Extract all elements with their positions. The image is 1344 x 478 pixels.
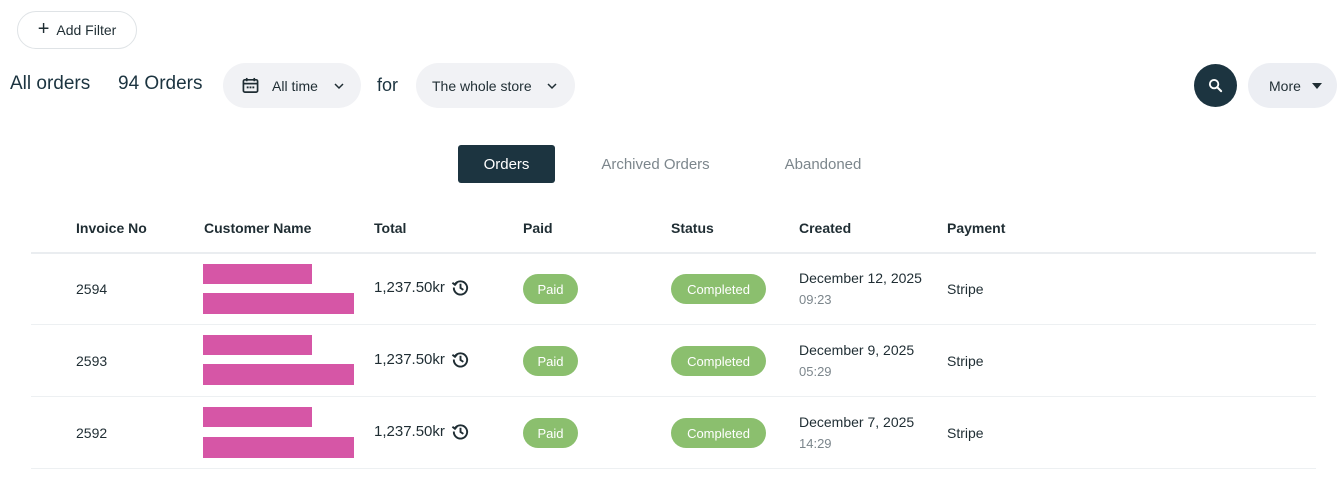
payment-method: Stripe [947,281,984,297]
redacted-customer-name [203,407,312,427]
payment-method: Stripe [947,353,984,369]
for-label: for [377,75,399,95]
paid-badge: Paid [523,346,578,376]
history-icon[interactable] [451,422,470,441]
created-time: 05:29 [799,364,832,379]
column-header-invoice[interactable]: Invoice No [76,220,147,236]
paid-badge: Paid [523,418,578,448]
status-badge: Completed [671,346,766,376]
tab-abandoned[interactable]: Abandoned [768,145,878,183]
page-title: All orders [10,73,91,94]
tab-orders[interactable]: Orders [458,145,555,183]
store-scope-dropdown[interactable]: The whole store [416,63,575,108]
column-header-paid[interactable]: Paid [523,220,553,236]
column-header-created[interactable]: Created [799,220,851,236]
calendar-icon [242,77,259,93]
redacted-customer-name [203,264,312,284]
more-menu-button[interactable]: More [1248,63,1337,108]
payment-method: Stripe [947,425,984,441]
time-range-label: All time [272,77,318,94]
redacted-customer-email [203,293,354,314]
row-divider [31,396,1316,397]
column-header-customer[interactable]: Customer Name [204,220,311,236]
chevron-down-icon [334,82,344,89]
redacted-customer-name [203,335,312,355]
created-time: 09:23 [799,292,832,307]
column-header-payment[interactable]: Payment [947,220,1005,236]
search-button[interactable] [1194,64,1237,107]
invoice-number[interactable]: 2594 [76,281,107,297]
plus-icon: + [37,18,50,40]
column-header-total[interactable]: Total [374,220,406,236]
add-filter-button[interactable]: + Add Filter [17,11,137,49]
paid-badge: Paid [523,274,578,304]
status-badge: Completed [671,418,766,448]
tab-archived-orders[interactable]: Archived Orders [588,145,723,183]
caret-down-icon [1311,82,1322,89]
created-date: December 12, 2025 [799,270,922,286]
order-count: 94 Orders [118,73,203,94]
row-divider [31,324,1316,325]
redacted-customer-email [203,364,354,385]
created-date: December 9, 2025 [799,342,915,358]
chevron-down-icon [547,82,557,89]
add-filter-label: Add Filter [56,22,117,38]
time-range-dropdown[interactable]: All time [223,63,361,108]
redacted-customer-email [203,437,354,458]
more-label: More [1269,77,1301,94]
order-total: 1,237.50kr [374,423,445,440]
status-badge: Completed [671,274,766,304]
row-divider [31,468,1316,469]
created-time: 14:29 [799,436,832,451]
invoice-number[interactable]: 2593 [76,353,107,369]
history-icon[interactable] [451,278,470,297]
search-icon [1208,78,1223,93]
store-scope-label: The whole store [432,77,532,94]
table-header-divider [31,252,1316,254]
column-header-status[interactable]: Status [671,220,714,236]
history-icon[interactable] [451,350,470,369]
order-total: 1,237.50kr [374,279,445,296]
invoice-number[interactable]: 2592 [76,425,107,441]
created-date: December 7, 2025 [799,414,915,430]
order-total: 1,237.50kr [374,351,445,368]
